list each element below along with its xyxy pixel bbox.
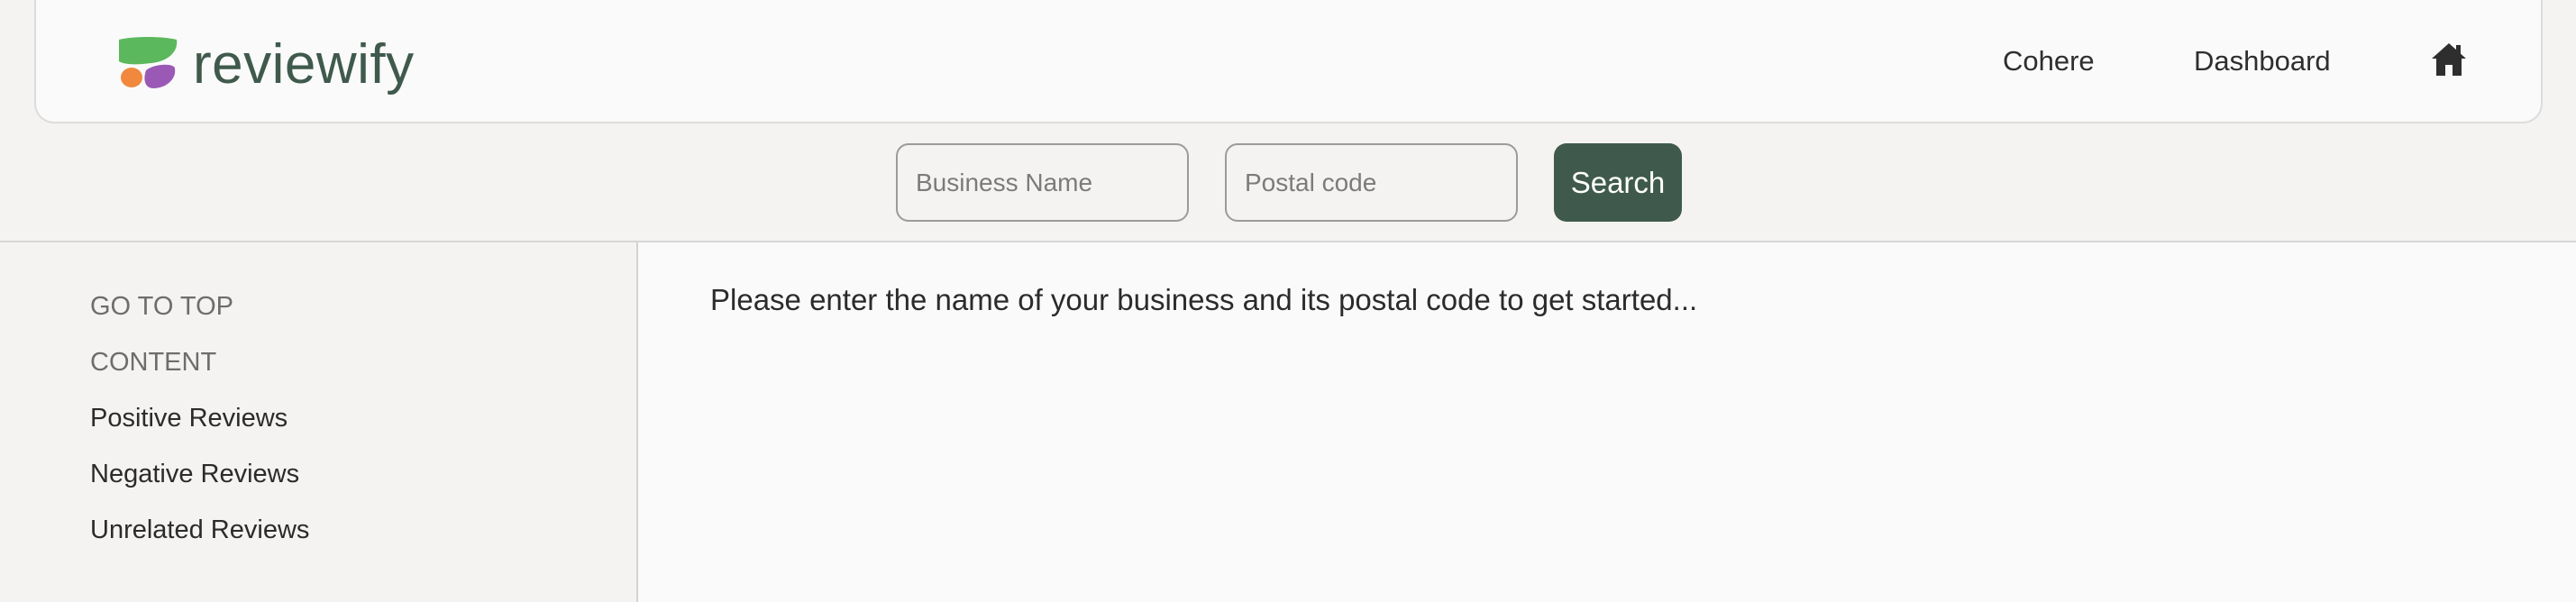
sidebar-item-content[interactable]: CONTENT	[90, 348, 216, 378]
business-name-input[interactable]	[896, 143, 1189, 222]
nav-link-dashboard[interactable]: Dashboard	[2194, 45, 2331, 78]
logo-text: reviewify	[193, 33, 415, 96]
empty-state-prompt: Please enter the name of your business a…	[710, 283, 1698, 316]
sidebar-item-negative-reviews[interactable]: Negative Reviews	[90, 460, 299, 489]
sidebar: GO TO TOP CONTENT Positive Reviews Negat…	[0, 242, 636, 602]
reviewify-logo-icon	[115, 36, 180, 90]
top-header: reviewify Cohere Dashboard	[34, 0, 2543, 123]
sidebar-item-go-to-top[interactable]: GO TO TOP	[90, 292, 233, 322]
search-bar: Search	[0, 143, 2576, 223]
logo[interactable]: reviewify	[115, 31, 415, 96]
main-content: Please enter the name of your business a…	[638, 242, 2576, 602]
home-icon[interactable]	[2429, 40, 2469, 79]
search-button[interactable]: Search	[1554, 143, 1682, 222]
sidebar-item-unrelated-reviews[interactable]: Unrelated Reviews	[90, 515, 309, 545]
postal-code-input[interactable]	[1225, 143, 1518, 222]
sidebar-item-positive-reviews[interactable]: Positive Reviews	[90, 404, 288, 433]
nav-link-cohere[interactable]: Cohere	[2003, 45, 2095, 78]
